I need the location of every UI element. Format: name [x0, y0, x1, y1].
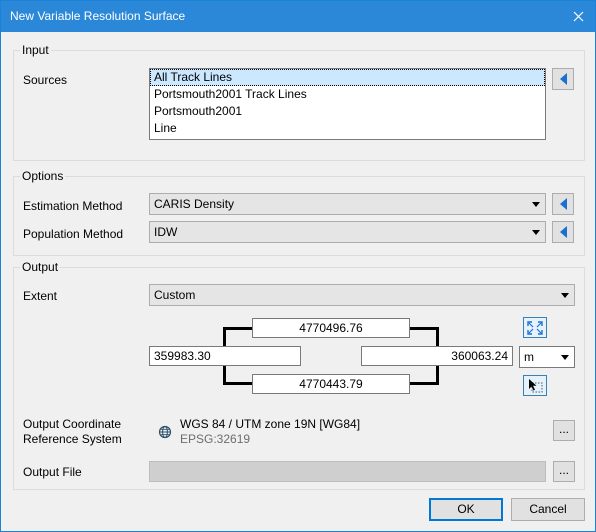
- crs-browse-button[interactable]: ...: [553, 420, 575, 441]
- ok-button[interactable]: OK: [429, 498, 503, 521]
- output-file-browse-button[interactable]: ...: [553, 461, 575, 482]
- estimation-method-pick-button[interactable]: [552, 193, 574, 215]
- population-method-label: Population Method: [23, 227, 124, 241]
- extent-frame-bottom-right: [409, 382, 439, 385]
- extent-value: Custom: [154, 288, 196, 302]
- chevron-down-icon: [532, 230, 540, 235]
- full-extent-button[interactable]: [523, 317, 547, 338]
- extent-west-input[interactable]: 359983.30: [149, 346, 301, 366]
- crs-label-line1: Output Coordinate: [23, 417, 122, 431]
- unit-value: m: [524, 350, 534, 364]
- population-method-value: IDW: [154, 225, 178, 239]
- extent-frame-left-top: [223, 327, 226, 347]
- extent-north-input[interactable]: 4770496.76: [252, 318, 410, 338]
- arrow-left-icon: [559, 198, 567, 210]
- extent-south-input[interactable]: 4770443.79: [252, 374, 410, 394]
- extent-east-input[interactable]: 360063.24: [361, 346, 513, 366]
- output-legend: Output: [20, 260, 61, 274]
- list-item[interactable]: Portsmouth2001: [150, 103, 545, 120]
- extent-frame-top-left: [223, 327, 253, 330]
- extent-frame-top-right: [409, 327, 439, 330]
- output-file-label: Output File: [23, 465, 82, 479]
- list-item[interactable]: Line: [150, 120, 545, 137]
- crs-label-line2: Reference System: [23, 432, 122, 446]
- chevron-down-icon: [561, 293, 569, 298]
- sources-list[interactable]: All Track Lines Portsmouth2001 Track Lin…: [149, 68, 546, 140]
- extent-label: Extent: [23, 289, 58, 303]
- expand-icon: [527, 320, 543, 335]
- population-method-pick-button[interactable]: [552, 221, 574, 243]
- arrow-left-icon: [559, 73, 567, 85]
- select-extent-button[interactable]: [523, 375, 547, 396]
- close-icon: [573, 11, 583, 22]
- close-button[interactable]: [561, 1, 595, 32]
- output-file-input[interactable]: [149, 461, 546, 482]
- extent-select[interactable]: Custom: [149, 284, 575, 306]
- unit-select[interactable]: m: [519, 346, 575, 368]
- options-legend: Options: [20, 169, 66, 183]
- crs-name: WGS 84 / UTM zone 19N [WG84]: [180, 417, 361, 431]
- estimation-method-label: Estimation Method: [23, 199, 123, 213]
- list-item[interactable]: All Track Lines: [150, 69, 545, 86]
- cursor-select-icon: [529, 379, 543, 393]
- window-title: New Variable Resolution Surface: [10, 9, 186, 23]
- sources-pick-button[interactable]: [552, 68, 574, 90]
- crs-code: EPSG:32619: [180, 432, 251, 446]
- chevron-down-icon: [532, 202, 540, 207]
- list-item[interactable]: Portsmouth2001 Track Lines: [150, 86, 545, 103]
- options-group: [13, 176, 585, 256]
- title-bar: New Variable Resolution Surface: [1, 1, 595, 32]
- dialog-window: New Variable Resolution Surface Input So…: [0, 0, 596, 532]
- cancel-button[interactable]: Cancel: [511, 498, 585, 521]
- extent-frame-bottom-left: [223, 382, 253, 385]
- estimation-method-select[interactable]: CARIS Density: [149, 193, 546, 215]
- chevron-down-icon: [561, 355, 569, 360]
- population-method-select[interactable]: IDW: [149, 221, 546, 243]
- sources-label: Sources: [23, 73, 68, 87]
- globe-icon: [158, 425, 172, 439]
- extent-frame-right-top: [436, 327, 439, 347]
- arrow-left-icon: [559, 226, 567, 238]
- estimation-method-value: CARIS Density: [154, 197, 235, 211]
- input-legend: Input: [20, 43, 51, 57]
